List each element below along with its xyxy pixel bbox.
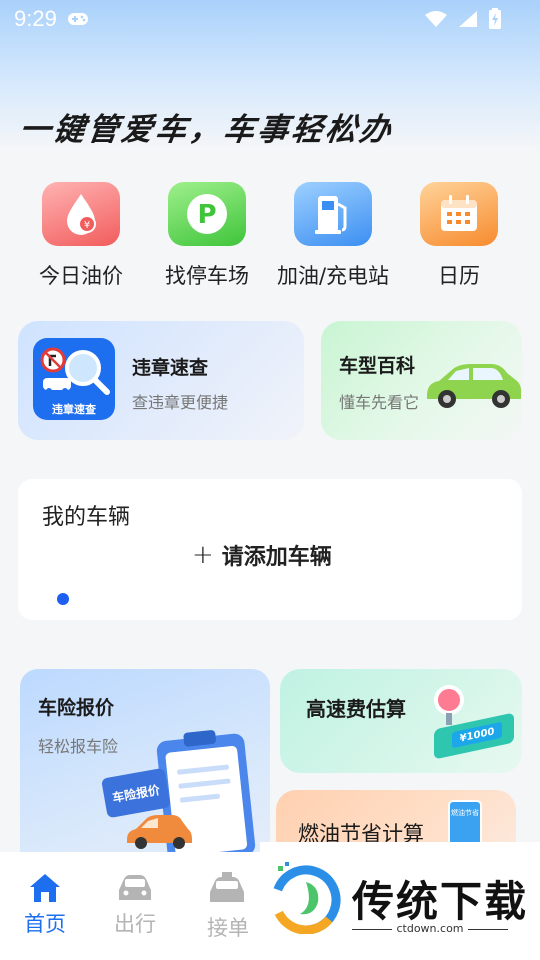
violation-icon-caption: 违章速查 — [52, 403, 96, 416]
vehicle-section-title: 我的车辆 — [42, 505, 131, 530]
car-icon — [119, 875, 151, 900]
violation-card-subtitle: 查违章更便捷 — [132, 393, 229, 412]
fuel-saving-badge: 燃油节省 — [448, 800, 482, 846]
violation-card-title: 违章速查 — [132, 357, 209, 379]
fuel-badge-text: 燃油节省 — [451, 809, 479, 817]
quick-action-fuel-station[interactable]: 加油/充电站 — [270, 182, 396, 290]
quick-action-parking[interactable]: P 找停车场 — [144, 182, 270, 290]
oil-price-icon: ¥ — [42, 182, 120, 246]
quick-action-oil-price[interactable]: ¥ 今日油价 — [18, 182, 144, 290]
status-bar: 9:29 — [0, 0, 540, 38]
parking-icon: P — [168, 182, 246, 246]
orange-car-image — [127, 815, 192, 849]
taxi-icon — [210, 872, 244, 902]
tab-label: 首页 — [24, 912, 66, 936]
my-vehicles-card: 我的车辆 + 请添加车辆 — [18, 479, 522, 620]
signal-icon — [459, 11, 477, 27]
watermark-url: ctdown.com — [352, 922, 508, 936]
carousel-dot — [57, 593, 69, 605]
add-vehicle-button[interactable]: + 请添加车辆 — [192, 539, 332, 571]
page-headline: 一键管爱车，车事轻松办 — [16, 112, 397, 148]
violation-check-icon: 违章速查 — [33, 338, 115, 420]
add-vehicle-label: 请添加车辆 — [221, 545, 332, 570]
status-time: 9:29 — [14, 6, 57, 31]
insurance-card-title: 车险报价 — [38, 697, 115, 719]
quick-actions: ¥ 今日油价 P 找停车场 加油/充电站 日历 — [18, 182, 522, 290]
insurance-card-subtitle: 轻松报车险 — [38, 737, 119, 756]
watermark-logo — [271, 862, 341, 934]
toll-booth-illustration: ¥1000 — [430, 683, 520, 763]
toll-card-title: 高速费估算 — [306, 697, 406, 721]
tab-label: 接单 — [207, 916, 249, 940]
quick-action-calendar[interactable]: 日历 — [396, 182, 522, 290]
car-wiki-subtitle: 懂车先看它 — [339, 393, 420, 412]
insurance-sign-label: 车险报价 — [111, 782, 161, 805]
car-wiki-card[interactable]: 车型百科 懂车先看它 — [321, 321, 522, 440]
gamepad-icon — [67, 13, 88, 25]
tab-home[interactable]: 首页 — [20, 872, 70, 938]
svg-text:¥: ¥ — [84, 220, 90, 231]
battery-icon — [489, 8, 501, 29]
calendar-icon — [420, 182, 498, 246]
toll-estimate-card[interactable]: 高速费估算 ¥1000 — [280, 669, 522, 773]
insurance-quote-card[interactable]: 车险报价 轻松报车险 车险报价 — [20, 669, 270, 869]
quick-action-label: 今日油价 — [39, 264, 123, 288]
tab-orders[interactable]: 接单 — [200, 872, 256, 942]
quick-action-label: 日历 — [438, 264, 480, 288]
tab-travel[interactable]: 出行 — [110, 872, 160, 938]
green-car-image — [427, 364, 522, 408]
wifi-icon — [425, 11, 447, 27]
quick-action-label: 加油/充电站 — [276, 264, 390, 288]
home-icon — [30, 874, 60, 902]
fuel-station-icon — [294, 182, 372, 246]
plus-icon: + — [192, 540, 214, 570]
watermark-brand: 传统下载 — [352, 877, 529, 926]
car-wiki-title: 车型百科 — [339, 355, 416, 377]
svg-text:P: P — [197, 200, 216, 230]
quick-action-label: 找停车场 — [165, 264, 249, 288]
violation-check-card[interactable]: 违章速查 违章速查 查违章更便捷 — [18, 321, 304, 440]
watermark: 传统下载 ctdown.com — [260, 842, 540, 960]
tab-label: 出行 — [114, 912, 156, 936]
